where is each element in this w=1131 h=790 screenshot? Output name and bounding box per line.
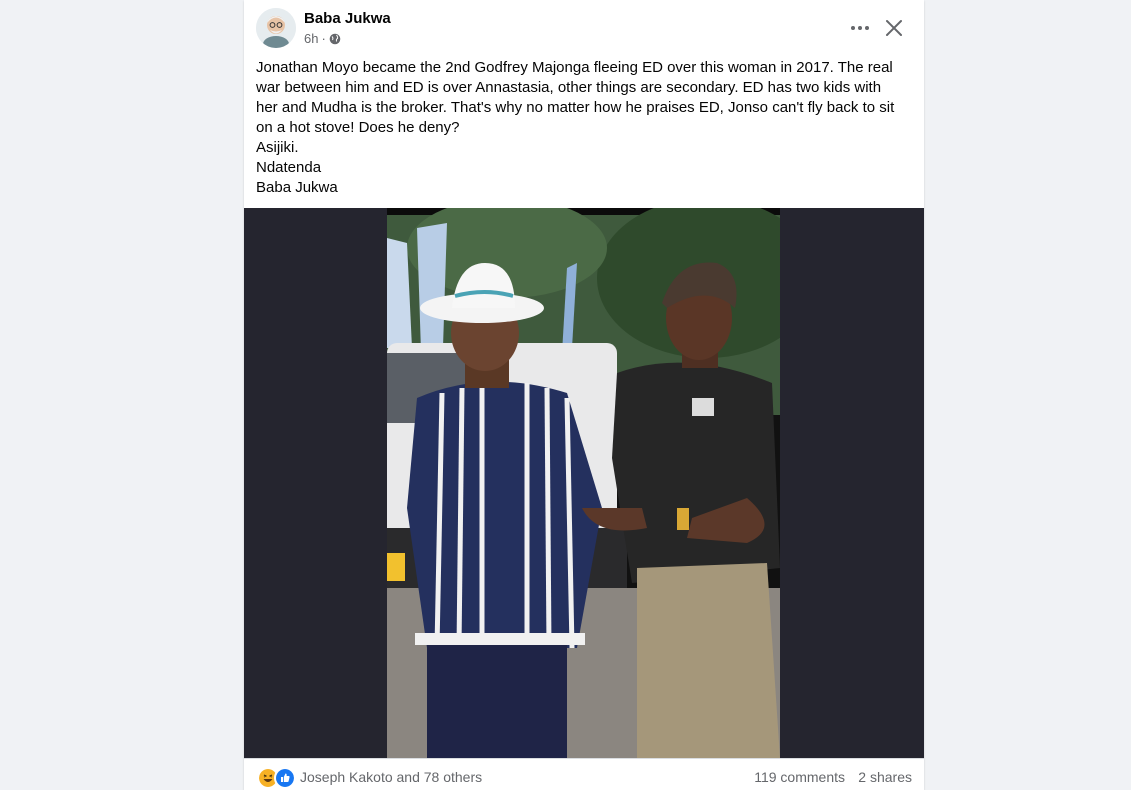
like-icon bbox=[274, 767, 296, 789]
post-card: Baba Jukwa 6h · Jonathan Moyo became the… bbox=[244, 0, 924, 790]
post-header: Baba Jukwa 6h · bbox=[244, 0, 924, 56]
engagement-bar: Joseph Kakoto and 78 others 119 comments… bbox=[244, 758, 924, 790]
meta-separator: · bbox=[321, 31, 326, 46]
post-meta: 6h · bbox=[304, 31, 341, 46]
author-name[interactable]: Baba Jukwa bbox=[304, 10, 391, 27]
reactions-summary[interactable]: Joseph Kakoto and 78 others bbox=[300, 769, 482, 785]
post-media[interactable] bbox=[244, 208, 924, 758]
globe-icon[interactable] bbox=[329, 33, 341, 45]
close-icon bbox=[886, 20, 902, 36]
ellipsis-icon bbox=[851, 26, 869, 30]
author-avatar[interactable] bbox=[256, 8, 296, 48]
close-button[interactable] bbox=[878, 12, 910, 44]
more-options-button[interactable] bbox=[844, 14, 876, 42]
comments-count[interactable]: 119 comments bbox=[754, 769, 845, 785]
video-frame[interactable] bbox=[387, 208, 780, 758]
shares-count[interactable]: 2 shares bbox=[858, 769, 912, 785]
post-text: Jonathan Moyo became the 2nd Godfrey Maj… bbox=[256, 58, 906, 198]
reaction-icons[interactable] bbox=[257, 767, 296, 789]
post-text-line: Ndatenda bbox=[256, 159, 322, 176]
post-text-line: Jonathan Moyo became the 2nd Godfrey Maj… bbox=[256, 59, 895, 136]
post-text-line: Asijiki. bbox=[256, 139, 299, 156]
avatar-illustration bbox=[256, 8, 296, 48]
photo-two-people bbox=[387, 208, 780, 758]
post-time[interactable]: 6h bbox=[304, 31, 318, 46]
post-text-line: Baba Jukwa bbox=[256, 179, 338, 196]
